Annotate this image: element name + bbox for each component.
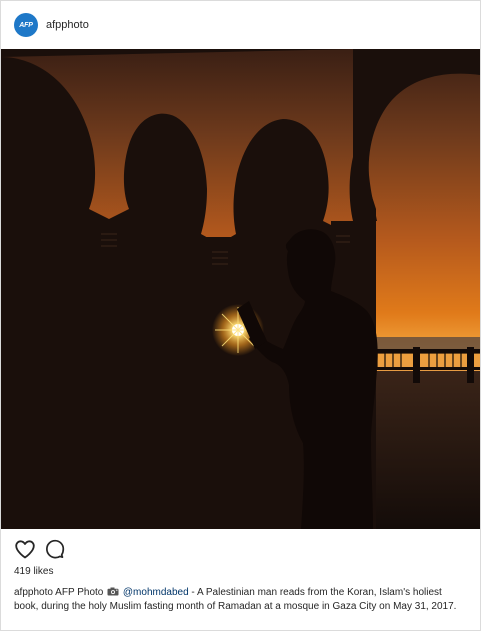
post-actions [1, 537, 480, 561]
likes-count[interactable]: 419 likes [14, 566, 53, 578]
caption-text-before: AFP Photo [52, 587, 107, 598]
header-username[interactable]: afpphoto [46, 18, 89, 32]
post-photo[interactable] [1, 49, 480, 529]
caption-username[interactable]: afpphoto [14, 587, 53, 598]
instagram-post: AFP afpphoto 419 likes afpphoto AFP Phot… [0, 0, 481, 631]
caption-mention[interactable]: @mohmdabed [120, 587, 189, 598]
post-caption: afpphoto AFP Photo @mohmdabed - A Palest… [14, 586, 466, 614]
avatar-logo-text: AFP [19, 21, 33, 29]
camera-icon [107, 587, 119, 596]
heart-icon[interactable] [13, 537, 37, 561]
comment-icon[interactable] [44, 537, 68, 561]
post-header: AFP afpphoto [1, 1, 480, 49]
avatar[interactable]: AFP [14, 13, 38, 37]
sunset-mosque-photo [1, 49, 480, 529]
